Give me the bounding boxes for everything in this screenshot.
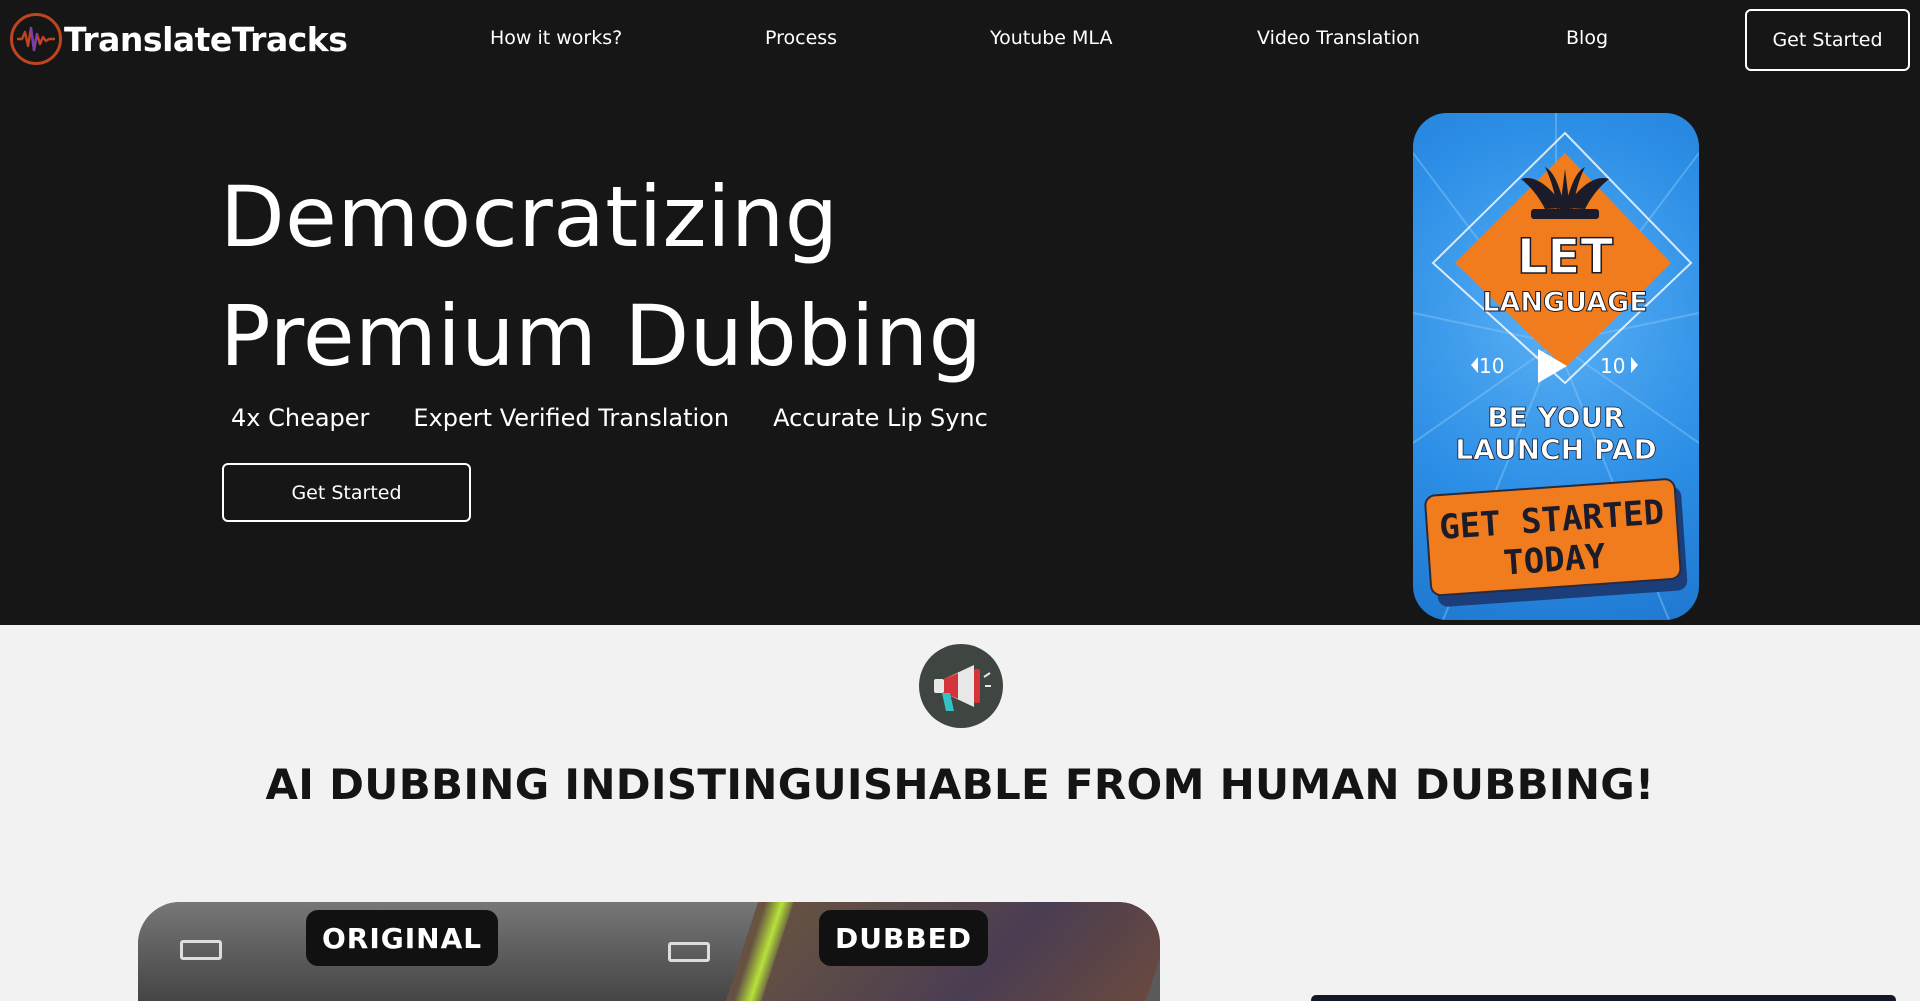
brand-logo[interactable]: TranslateTracks: [10, 12, 348, 66]
nav-link-process[interactable]: Process: [765, 27, 837, 49]
promo-headline-top: LET: [1517, 229, 1613, 285]
nav-link-video-translation[interactable]: Video Translation: [1257, 27, 1420, 49]
brand-name: TranslateTracks: [64, 19, 348, 59]
section-heading: AI DUBBING INDISTINGUISHABLE FROM HUMAN …: [265, 760, 1655, 809]
hero-feature-list: 4x Cheaper Expert Verified Translation A…: [231, 404, 988, 432]
nav-link-blog[interactable]: Blog: [1566, 27, 1608, 49]
promo-video-artwork: LET LANGUAGE 10 10 BE YOUR LAUNCH PAD GE…: [1413, 113, 1699, 620]
forward-10-label: 10: [1600, 354, 1625, 378]
promo-line-b: LAUNCH PAD: [1455, 433, 1656, 466]
promo-headline-mid: LANGUAGE: [1482, 287, 1647, 318]
feature-lip-sync: Accurate Lip Sync: [773, 404, 988, 432]
promo-line-a: BE YOUR: [1487, 401, 1625, 434]
nav-link-how-it-works[interactable]: How it works?: [490, 27, 622, 49]
megaphone-icon: [919, 644, 1003, 728]
dubbed-label: DUBBED: [819, 910, 989, 966]
waveform-icon: [10, 13, 62, 65]
exit-sign: [180, 940, 222, 960]
side-panel-edge: [1311, 995, 1896, 1001]
nav-get-started-button[interactable]: Get Started: [1745, 9, 1910, 71]
hero-get-started-button[interactable]: Get Started: [222, 463, 471, 522]
nav-link-youtube-mla[interactable]: Youtube MLA: [990, 27, 1112, 49]
original-label: ORIGINAL: [306, 910, 499, 966]
exit-sign: [668, 942, 710, 962]
promo-video-player[interactable]: LET LANGUAGE 10 10 BE YOUR LAUNCH PAD GE…: [1413, 113, 1699, 620]
rewind-10-label: 10: [1479, 354, 1504, 378]
feature-verified-translation: Expert Verified Translation: [413, 404, 730, 432]
top-navbar: TranslateTracks How it works? Process Yo…: [0, 0, 1920, 80]
hero-title-line-1: Democratizing: [220, 168, 839, 266]
promo-cta-b: TODAY: [1502, 537, 1607, 584]
feature-cheaper: 4x Cheaper: [231, 404, 370, 432]
comparison-video[interactable]: ORIGINAL DUBBED: [138, 902, 1160, 1001]
hero-title-line-2: Premium Dubbing: [220, 287, 983, 385]
